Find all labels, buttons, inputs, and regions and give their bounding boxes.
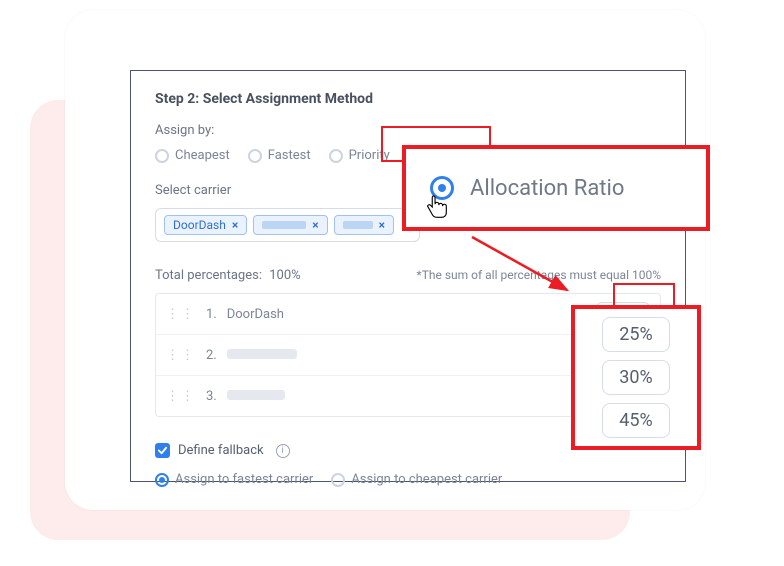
radio-cheapest-label: Cheapest (175, 148, 230, 163)
totals-row: Total percentages: 100% *The sum of all … (155, 268, 661, 283)
radio-dot-icon (331, 473, 345, 487)
callout-allocation-label: Allocation Ratio (470, 176, 624, 201)
step-title: Step 2: Select Assignment Method (155, 91, 661, 107)
define-fallback-checkbox[interactable]: Define fallback i (155, 443, 290, 458)
radio-dot-icon (155, 473, 169, 487)
chip-redacted-2[interactable]: × (334, 215, 394, 235)
radio-dot-icon (155, 149, 169, 163)
row-name (227, 348, 586, 363)
radio-dot-icon (248, 149, 262, 163)
info-icon[interactable]: i (276, 444, 290, 458)
callout-percentages: 25% 30% 45% (571, 305, 701, 450)
radio-fallback-cheapest[interactable]: Assign to cheapest carrier (331, 472, 502, 487)
radio-fallback-cheapest-label: Assign to cheapest carrier (351, 472, 502, 487)
arrow-icon (467, 232, 577, 302)
radio-fallback-fastest-label: Assign to fastest carrier (175, 472, 313, 487)
redacted-bar (262, 221, 306, 229)
totals-label: Total percentages: (155, 268, 262, 283)
radio-fallback-fastest[interactable]: Assign to fastest carrier (155, 472, 313, 487)
hand-cursor-icon (421, 192, 451, 222)
radio-cheapest[interactable]: Cheapest (155, 148, 230, 163)
chip-redacted-1[interactable]: × (253, 215, 327, 235)
carrier-chip-input[interactable]: DoorDash × × × (155, 208, 420, 242)
drag-handle-icon[interactable]: ⋮⋮ (166, 389, 196, 404)
totals-value: 100% (269, 268, 300, 283)
drag-handle-icon[interactable]: ⋮⋮ (166, 307, 196, 322)
redacted-bar (343, 221, 373, 229)
radio-dot-icon (329, 149, 343, 163)
row-num: 1. (206, 307, 217, 322)
callout-pct-1: 25% (602, 317, 669, 352)
row-name (227, 389, 586, 404)
chip-remove-icon[interactable]: × (232, 218, 238, 232)
fallback-radio-group: Assign to fastest carrier Assign to chea… (155, 472, 661, 487)
chip-doordash-label: DoorDash (173, 218, 226, 232)
chip-remove-icon[interactable]: × (379, 218, 385, 232)
row-name: DoorDash (227, 307, 586, 322)
row-num: 3. (206, 389, 217, 404)
callout-pct-3: 45% (602, 403, 669, 438)
chip-remove-icon[interactable]: × (312, 218, 318, 232)
totals-left: Total percentages: 100% (155, 268, 301, 283)
checkbox-checked-icon (155, 443, 170, 458)
radio-fastest[interactable]: Fastest (248, 148, 311, 163)
row-num: 2. (206, 348, 217, 363)
callout-pct-2: 30% (602, 360, 669, 395)
chip-doordash[interactable]: DoorDash × (164, 215, 247, 235)
drag-handle-icon[interactable]: ⋮⋮ (166, 348, 196, 363)
radio-fastest-label: Fastest (268, 148, 311, 163)
define-fallback-label: Define fallback (178, 443, 264, 458)
